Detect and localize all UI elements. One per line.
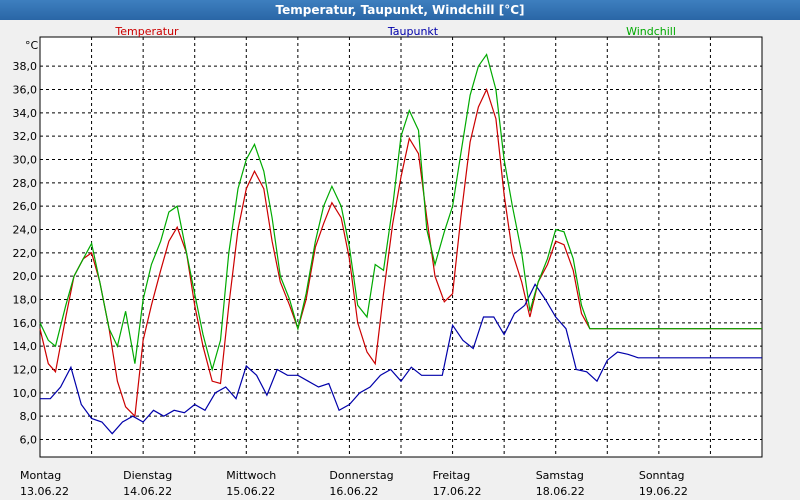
- y-tick-label: 28,0: [13, 177, 38, 190]
- x-date-label: 18.06.22: [536, 485, 585, 498]
- legend-taupunkt: Taupunkt: [387, 25, 439, 38]
- y-tick-label: 10,0: [13, 387, 38, 400]
- legend-temperatur: Temperatur: [114, 25, 179, 38]
- x-date-label: 15.06.22: [226, 485, 275, 498]
- x-date-label: 16.06.22: [329, 485, 378, 498]
- y-tick-label: 12,0: [13, 364, 38, 377]
- y-tick-label: 14,0: [13, 340, 38, 353]
- x-day-label: Sonntag: [639, 469, 685, 482]
- x-date-label: 14.06.22: [123, 485, 172, 498]
- y-tick-label: 38,0: [13, 60, 38, 73]
- y-tick-label: 8,0: [20, 410, 38, 423]
- y-tick-label: 16,0: [13, 317, 38, 330]
- y-tick-label: 32,0: [13, 130, 38, 143]
- x-day-label: Montag: [20, 469, 61, 482]
- y-tick-label: 36,0: [13, 84, 38, 97]
- x-date-label: 19.06.22: [639, 485, 688, 498]
- chart-window: Temperatur, Taupunkt, Windchill [°C] 6,0…: [0, 0, 800, 500]
- line-chart: 6,0 8,0 10,0 12,0 14,0 16,0 18,0 20,0 22,0 24,0 26…: [13, 25, 763, 498]
- y-axis-unit: °C: [25, 39, 39, 52]
- y-tick-label: 30,0: [13, 154, 38, 167]
- x-date-label: 13.06.22: [20, 485, 69, 498]
- x-day-label: Freitag: [433, 469, 471, 482]
- y-tick-label: 18,0: [13, 294, 38, 307]
- y-tick-label: 22,0: [13, 247, 38, 260]
- x-day-label: Mittwoch: [226, 469, 276, 482]
- x-date-label: 17.06.22: [433, 485, 482, 498]
- x-day-label: Samstag: [536, 469, 584, 482]
- x-day-label: Dienstag: [123, 469, 172, 482]
- y-tick-label: 26,0: [13, 200, 38, 213]
- x-day-label: Donnerstag: [329, 469, 393, 482]
- y-tick-label: 20,0: [13, 270, 38, 283]
- y-tick-label: 24,0: [13, 224, 38, 237]
- y-tick-label: 34,0: [13, 107, 38, 120]
- legend-windchill: Windchill: [626, 25, 676, 38]
- y-tick-label: 6,0: [20, 434, 38, 447]
